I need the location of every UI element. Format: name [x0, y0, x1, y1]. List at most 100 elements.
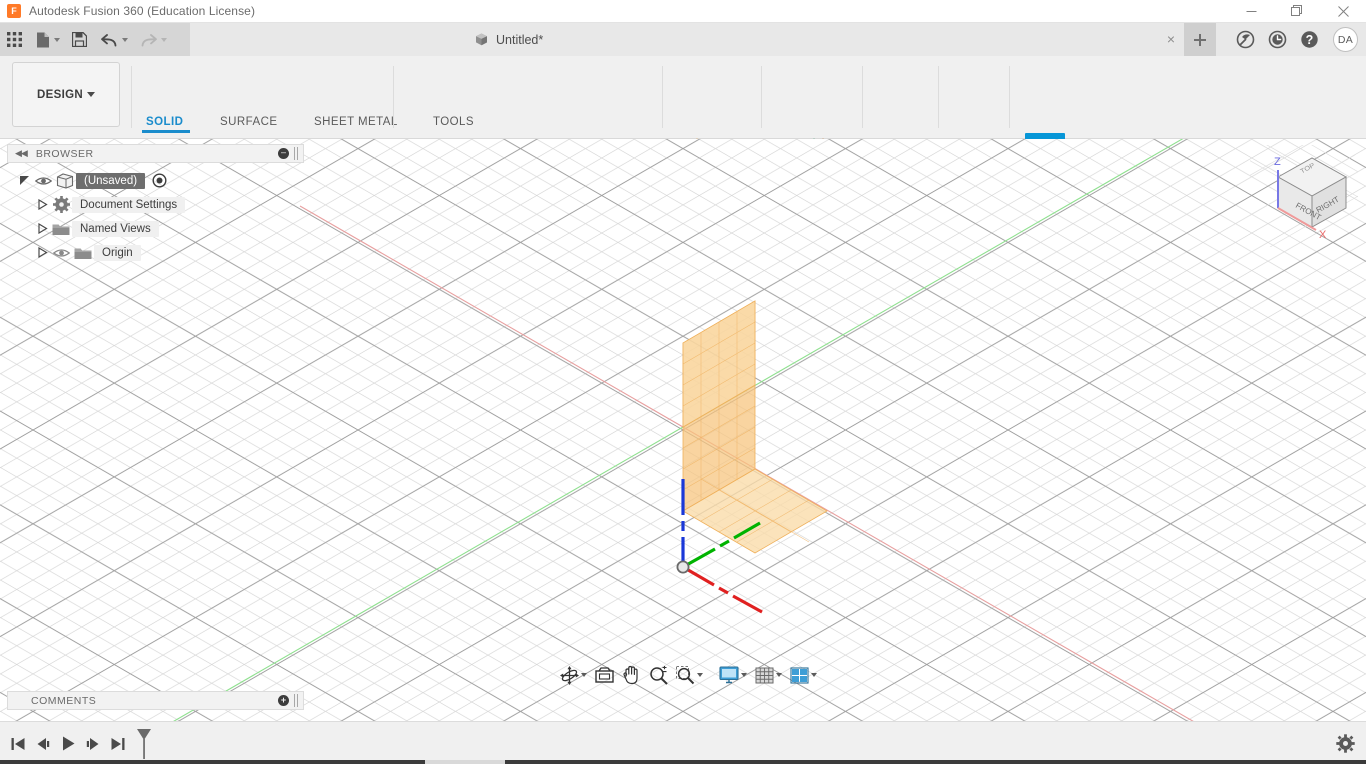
- minimize-circle-icon[interactable]: –: [278, 148, 289, 159]
- help-question-icon[interactable]: ?: [1295, 26, 1323, 54]
- ribbon-divider: [938, 66, 939, 128]
- play-icon[interactable]: [56, 728, 80, 760]
- timeline-bar: [0, 721, 1366, 764]
- chevron-down-icon[interactable]: [776, 673, 782, 677]
- cube-icon: [476, 33, 487, 46]
- undo-group[interactable]: [94, 23, 133, 56]
- tab-tools[interactable]: TOOLS: [433, 116, 474, 128]
- browser-title: BROWSER: [35, 147, 94, 160]
- expand-arrow-icon[interactable]: [34, 247, 50, 258]
- visibility-eye-icon[interactable]: [32, 175, 54, 187]
- collapse-left-icon[interactable]: ◀◀: [15, 148, 28, 159]
- comments-panel-header[interactable]: COMMENTS +: [7, 691, 304, 710]
- activate-component-radio[interactable]: [152, 173, 167, 188]
- ribbon-divider: [761, 66, 762, 128]
- folder-icon: [50, 222, 72, 236]
- quick-access-toolbar: Untitled* × ? DA: [0, 23, 1366, 56]
- redo-group[interactable]: [133, 23, 172, 56]
- chevron-down-icon[interactable]: [697, 673, 703, 677]
- viewports-icon[interactable]: [786, 661, 821, 689]
- save-icon[interactable]: [65, 23, 94, 56]
- ribbon-divider: [862, 66, 863, 128]
- tab-surface[interactable]: SURFACE: [220, 116, 277, 128]
- title-bar: F Autodesk Fusion 360 (Education License…: [0, 0, 1366, 23]
- timeline-settings-gear-icon[interactable]: [1330, 728, 1360, 758]
- undo-icon[interactable]: [94, 23, 120, 56]
- go-to-end-icon[interactable]: [106, 728, 130, 760]
- maximize-button[interactable]: [1274, 0, 1320, 23]
- add-comment-button[interactable]: +: [278, 695, 289, 706]
- tree-item-named-views[interactable]: Named Views: [34, 218, 306, 239]
- view-cube[interactable]: FRONT RIGHT TOP Z X: [1239, 140, 1361, 248]
- display-settings-icon[interactable]: [715, 661, 751, 689]
- close-button[interactable]: [1320, 0, 1366, 23]
- new-file-group[interactable]: [29, 23, 65, 56]
- browser-tree: (Unsaved) Document Settings Named Views …: [16, 170, 306, 266]
- undo-dropdown-caret[interactable]: [122, 37, 128, 42]
- expand-arrow-icon[interactable]: [34, 199, 50, 210]
- recent-activity-clock-icon[interactable]: [1263, 26, 1291, 54]
- document-tab[interactable]: Untitled*: [460, 23, 558, 56]
- zoom-window-icon[interactable]: [672, 661, 707, 689]
- tree-item-label: Origin: [94, 244, 141, 261]
- redo-dropdown-caret[interactable]: [161, 37, 167, 42]
- tree-item-label: Document Settings: [72, 196, 186, 213]
- viewcube-axis-x: X: [1319, 229, 1327, 241]
- grid-snaps-icon[interactable]: [751, 661, 786, 689]
- pan-hand-icon[interactable]: [618, 661, 645, 689]
- orbit-icon[interactable]: [556, 661, 591, 689]
- ribbon-divider: [1009, 66, 1010, 128]
- taskbar-active-segment: [425, 760, 505, 764]
- look-at-icon[interactable]: [591, 661, 618, 689]
- visibility-eye-icon[interactable]: [50, 247, 72, 259]
- top-right-icon-group: ? DA: [1231, 23, 1358, 56]
- document-tab-label: Untitled*: [496, 32, 544, 47]
- panel-resize-grip[interactable]: [294, 694, 300, 707]
- chevron-down-icon[interactable]: [581, 673, 587, 677]
- zoom-icon[interactable]: [645, 661, 672, 689]
- ribbon-divider: [131, 66, 132, 128]
- step-back-icon[interactable]: [31, 728, 55, 760]
- new-file-dropdown-caret[interactable]: [54, 37, 60, 42]
- expand-arrow-icon[interactable]: [34, 223, 50, 234]
- panel-resize-grip[interactable]: [294, 147, 300, 160]
- folder-icon: [72, 246, 94, 260]
- svg-text:?: ?: [1305, 33, 1313, 47]
- tree-item-origin[interactable]: Origin: [34, 242, 306, 263]
- app-title: Autodesk Fusion 360 (Education License): [29, 4, 256, 18]
- new-file-icon[interactable]: [29, 23, 52, 56]
- tree-item-label: Named Views: [72, 220, 159, 237]
- gear-icon: [50, 196, 72, 213]
- fusion360-window: F Autodesk Fusion 360 (Education License…: [0, 0, 1366, 768]
- ribbon-divider: [662, 66, 663, 128]
- job-status-icon[interactable]: [1231, 26, 1259, 54]
- tab-solid[interactable]: SOLID: [146, 116, 183, 128]
- expand-arrow-icon[interactable]: [16, 175, 32, 186]
- navigation-bar: [556, 661, 821, 689]
- minimize-button[interactable]: [1228, 0, 1274, 23]
- tree-item-document-settings[interactable]: Document Settings: [34, 194, 306, 215]
- chevron-down-icon[interactable]: [811, 673, 817, 677]
- go-to-beginning-icon[interactable]: [6, 728, 30, 760]
- origin-point: [676, 560, 690, 574]
- component-cube-icon: [54, 172, 76, 189]
- timeline-playback-controls: [6, 722, 130, 765]
- taskbar-strip: [0, 760, 1366, 764]
- window-controls: [1228, 0, 1366, 23]
- redo-icon[interactable]: [133, 23, 159, 56]
- chevron-down-icon[interactable]: [741, 673, 747, 677]
- workspace-label: DESIGN: [37, 88, 83, 101]
- tree-item-unsaved[interactable]: (Unsaved): [16, 170, 306, 191]
- chevron-down-icon: [86, 92, 95, 97]
- close-document-tab-button[interactable]: ×: [1163, 31, 1179, 47]
- tab-sheet-metal[interactable]: SHEET METAL: [314, 116, 398, 128]
- tree-item-label: (Unsaved): [76, 172, 146, 189]
- logo-letter: F: [11, 5, 17, 16]
- apps-grid-icon[interactable]: [0, 23, 29, 56]
- fusion-logo-icon: F: [7, 4, 21, 18]
- qat-left-group: [0, 23, 172, 56]
- step-forward-icon[interactable]: [81, 728, 105, 760]
- new-document-tab-button[interactable]: [1184, 23, 1216, 56]
- user-avatar[interactable]: DA: [1333, 27, 1358, 52]
- workspace-switcher-design[interactable]: DESIGN: [12, 62, 120, 127]
